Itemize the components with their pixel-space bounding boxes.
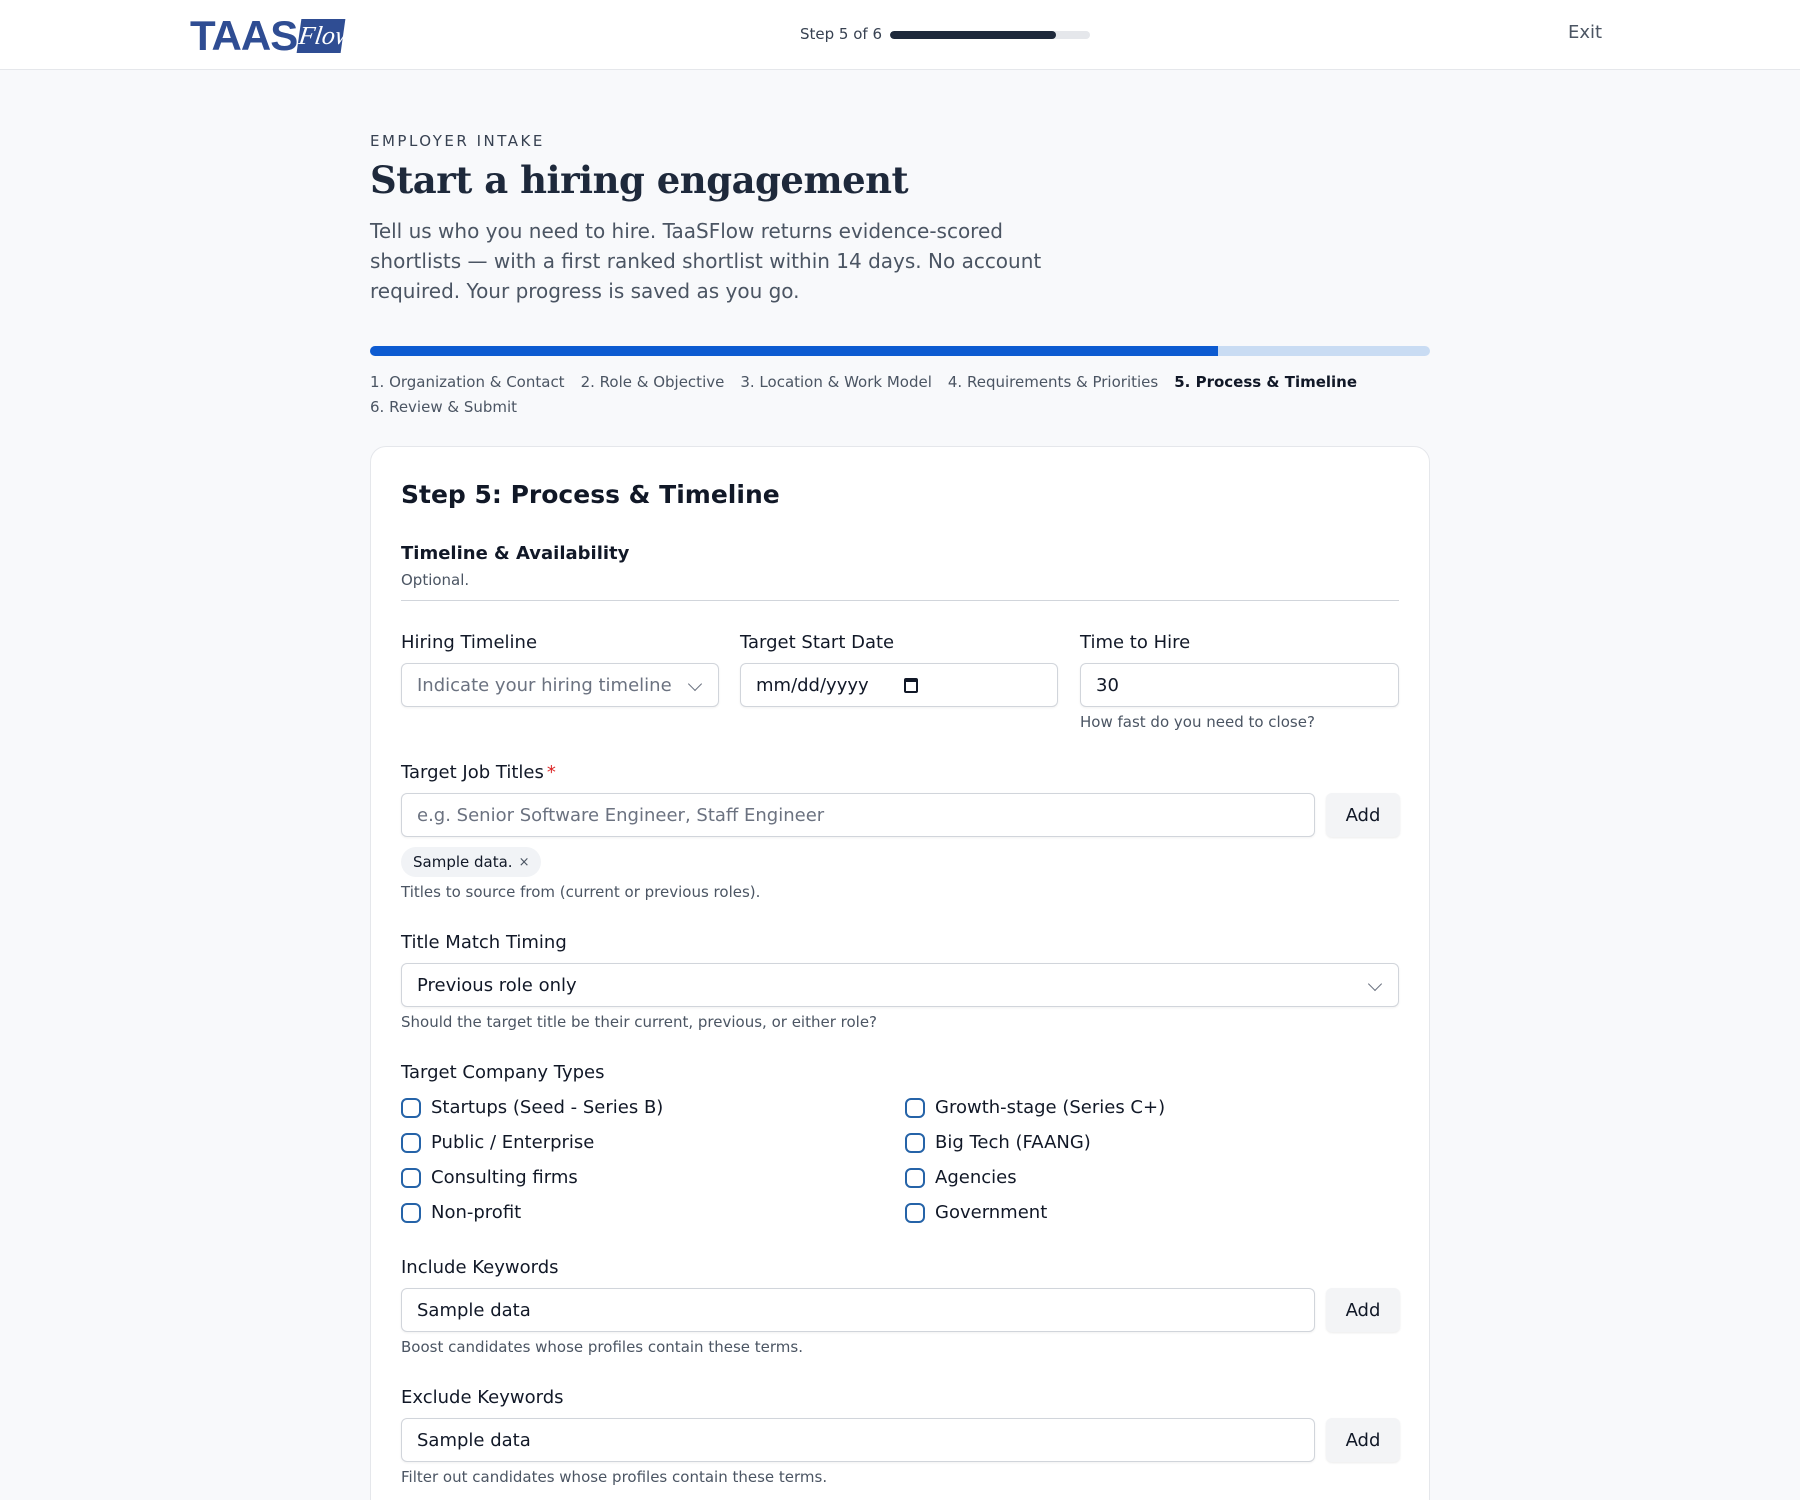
include-keywords-help: Boost candidates whose profiles contain … [401, 1338, 803, 1356]
logo-text: TAAS [190, 12, 298, 59]
checkbox-label: Growth-stage (Series C+) [935, 1097, 1166, 1118]
include-keywords-input[interactable] [401, 1288, 1315, 1332]
checkbox-box[interactable] [905, 1167, 925, 1188]
target-start-date-placeholder: mm/dd/yyyy [756, 674, 869, 696]
checkbox-label: Government [935, 1202, 1048, 1223]
exclude-keywords-label: Exclude Keywords [401, 1387, 564, 1408]
add-job-title-button[interactable]: Add [1326, 793, 1400, 837]
checkbox-box[interactable] [401, 1097, 421, 1118]
step-role-objective[interactable]: 2. Role & Objective [581, 373, 725, 391]
hiring-timeline-placeholder: Indicate your hiring timeline [417, 674, 672, 696]
close-icon[interactable]: × [519, 855, 530, 870]
checkbox-box[interactable] [401, 1167, 421, 1188]
page-title: Start a hiring engagement [370, 158, 909, 202]
exclude-keywords-input[interactable] [401, 1418, 1315, 1462]
checkbox-label: Consulting firms [431, 1167, 578, 1188]
checkbox-consulting[interactable]: Consulting firms [401, 1167, 578, 1188]
calendar-icon[interactable] [904, 678, 918, 693]
job-title-chip-label: Sample data. [413, 853, 513, 871]
add-exclude-keyword-button[interactable]: Add [1326, 1418, 1400, 1462]
target-job-titles-label-text: Target Job Titles [401, 762, 544, 783]
step-title: Step 5: Process & Timeline [401, 480, 780, 509]
checkbox-startups[interactable]: Startups (Seed - Series B) [401, 1097, 663, 1118]
eyebrow-label: EMPLOYER INTAKE [370, 132, 545, 150]
checkbox-agencies[interactable]: Agencies [905, 1167, 1017, 1188]
checkbox-label: Big Tech (FAANG) [935, 1132, 1091, 1153]
taasflow-logo[interactable]: TAAS Flow [190, 12, 355, 59]
time-to-hire-help: How fast do you need to close? [1080, 713, 1315, 731]
target-start-date-label: Target Start Date [740, 632, 895, 653]
wizard-progress-bar [370, 346, 1430, 356]
target-start-date-input[interactable]: mm/dd/yyyy [740, 663, 1058, 707]
exit-link[interactable]: Exit [1568, 22, 1602, 43]
exclude-keywords-help: Filter out candidates whose profiles con… [401, 1468, 828, 1486]
section-title: Timeline & Availability [401, 543, 630, 564]
checkbox-government[interactable]: Government [905, 1202, 1047, 1223]
checkbox-label: Public / Enterprise [431, 1132, 595, 1153]
wizard-steps: 1. Organization & Contact 2. Role & Objec… [370, 370, 1430, 420]
checkbox-label: Startups (Seed - Series B) [431, 1097, 664, 1118]
step-counter: Step 5 of 6 [800, 25, 883, 43]
checkbox-box[interactable] [401, 1132, 421, 1153]
time-to-hire-input[interactable] [1080, 663, 1399, 707]
section-divider [401, 600, 1399, 601]
target-job-titles-label: Target Job Titles * [401, 762, 556, 783]
title-match-timing-value: Previous role only [417, 974, 577, 996]
top-progress-fill [890, 31, 1056, 39]
title-match-timing-help: Should the target title be their current… [401, 1013, 878, 1031]
checkbox-label: Non-profit [431, 1202, 522, 1223]
logo-flow-mark: Flow [296, 19, 355, 53]
step-process-timeline[interactable]: 5. Process & Timeline [1174, 373, 1357, 391]
checkbox-box[interactable] [905, 1097, 925, 1118]
checkbox-box[interactable] [905, 1202, 925, 1223]
chevron-down-icon [1367, 976, 1383, 992]
step-review-submit[interactable]: 6. Review & Submit [370, 398, 517, 416]
checkbox-public-enterprise[interactable]: Public / Enterprise [401, 1132, 594, 1153]
checkbox-non-profit[interactable]: Non-profit [401, 1202, 521, 1223]
chevron-down-icon [687, 676, 703, 692]
title-match-timing-select[interactable]: Previous role only [401, 963, 1399, 1007]
checkbox-label: Agencies [935, 1167, 1017, 1188]
target-job-titles-input[interactable] [401, 793, 1315, 837]
job-title-chip: Sample data. × [401, 847, 542, 877]
checkbox-box[interactable] [401, 1202, 421, 1223]
company-types-label: Target Company Types [401, 1062, 605, 1083]
page-intro: Tell us who you need to hire. TaaSFlow r… [370, 219, 1042, 303]
top-progress-bar [890, 31, 1090, 39]
form-card: Step 5: Process & Timeline Timeline & Av… [370, 446, 1430, 1500]
checkbox-box[interactable] [905, 1132, 925, 1153]
checkbox-big-tech[interactable]: Big Tech (FAANG) [905, 1132, 1091, 1153]
wizard-progress-fill [370, 346, 1218, 356]
target-job-titles-help: Titles to source from (current or previo… [401, 883, 761, 901]
step-location-work-model[interactable]: 3. Location & Work Model [740, 373, 932, 391]
title-match-timing-label: Title Match Timing [401, 932, 567, 953]
step-organization-contact[interactable]: 1. Organization & Contact [370, 373, 565, 391]
hiring-timeline-label: Hiring Timeline [401, 632, 538, 653]
include-keywords-label: Include Keywords [401, 1257, 559, 1278]
checkbox-growth-stage[interactable]: Growth-stage (Series C+) [905, 1097, 1165, 1118]
add-include-keyword-button[interactable]: Add [1326, 1288, 1400, 1332]
time-to-hire-label: Time to Hire [1080, 632, 1191, 653]
required-marker: * [546, 762, 556, 783]
step-requirements-priorities[interactable]: 4. Requirements & Priorities [948, 373, 1158, 391]
section-subtitle: Optional. [401, 571, 470, 589]
top-bar: TAAS Flow Step 5 of 6 Exit [0, 0, 1800, 70]
hiring-timeline-select[interactable]: Indicate your hiring timeline [401, 663, 719, 707]
